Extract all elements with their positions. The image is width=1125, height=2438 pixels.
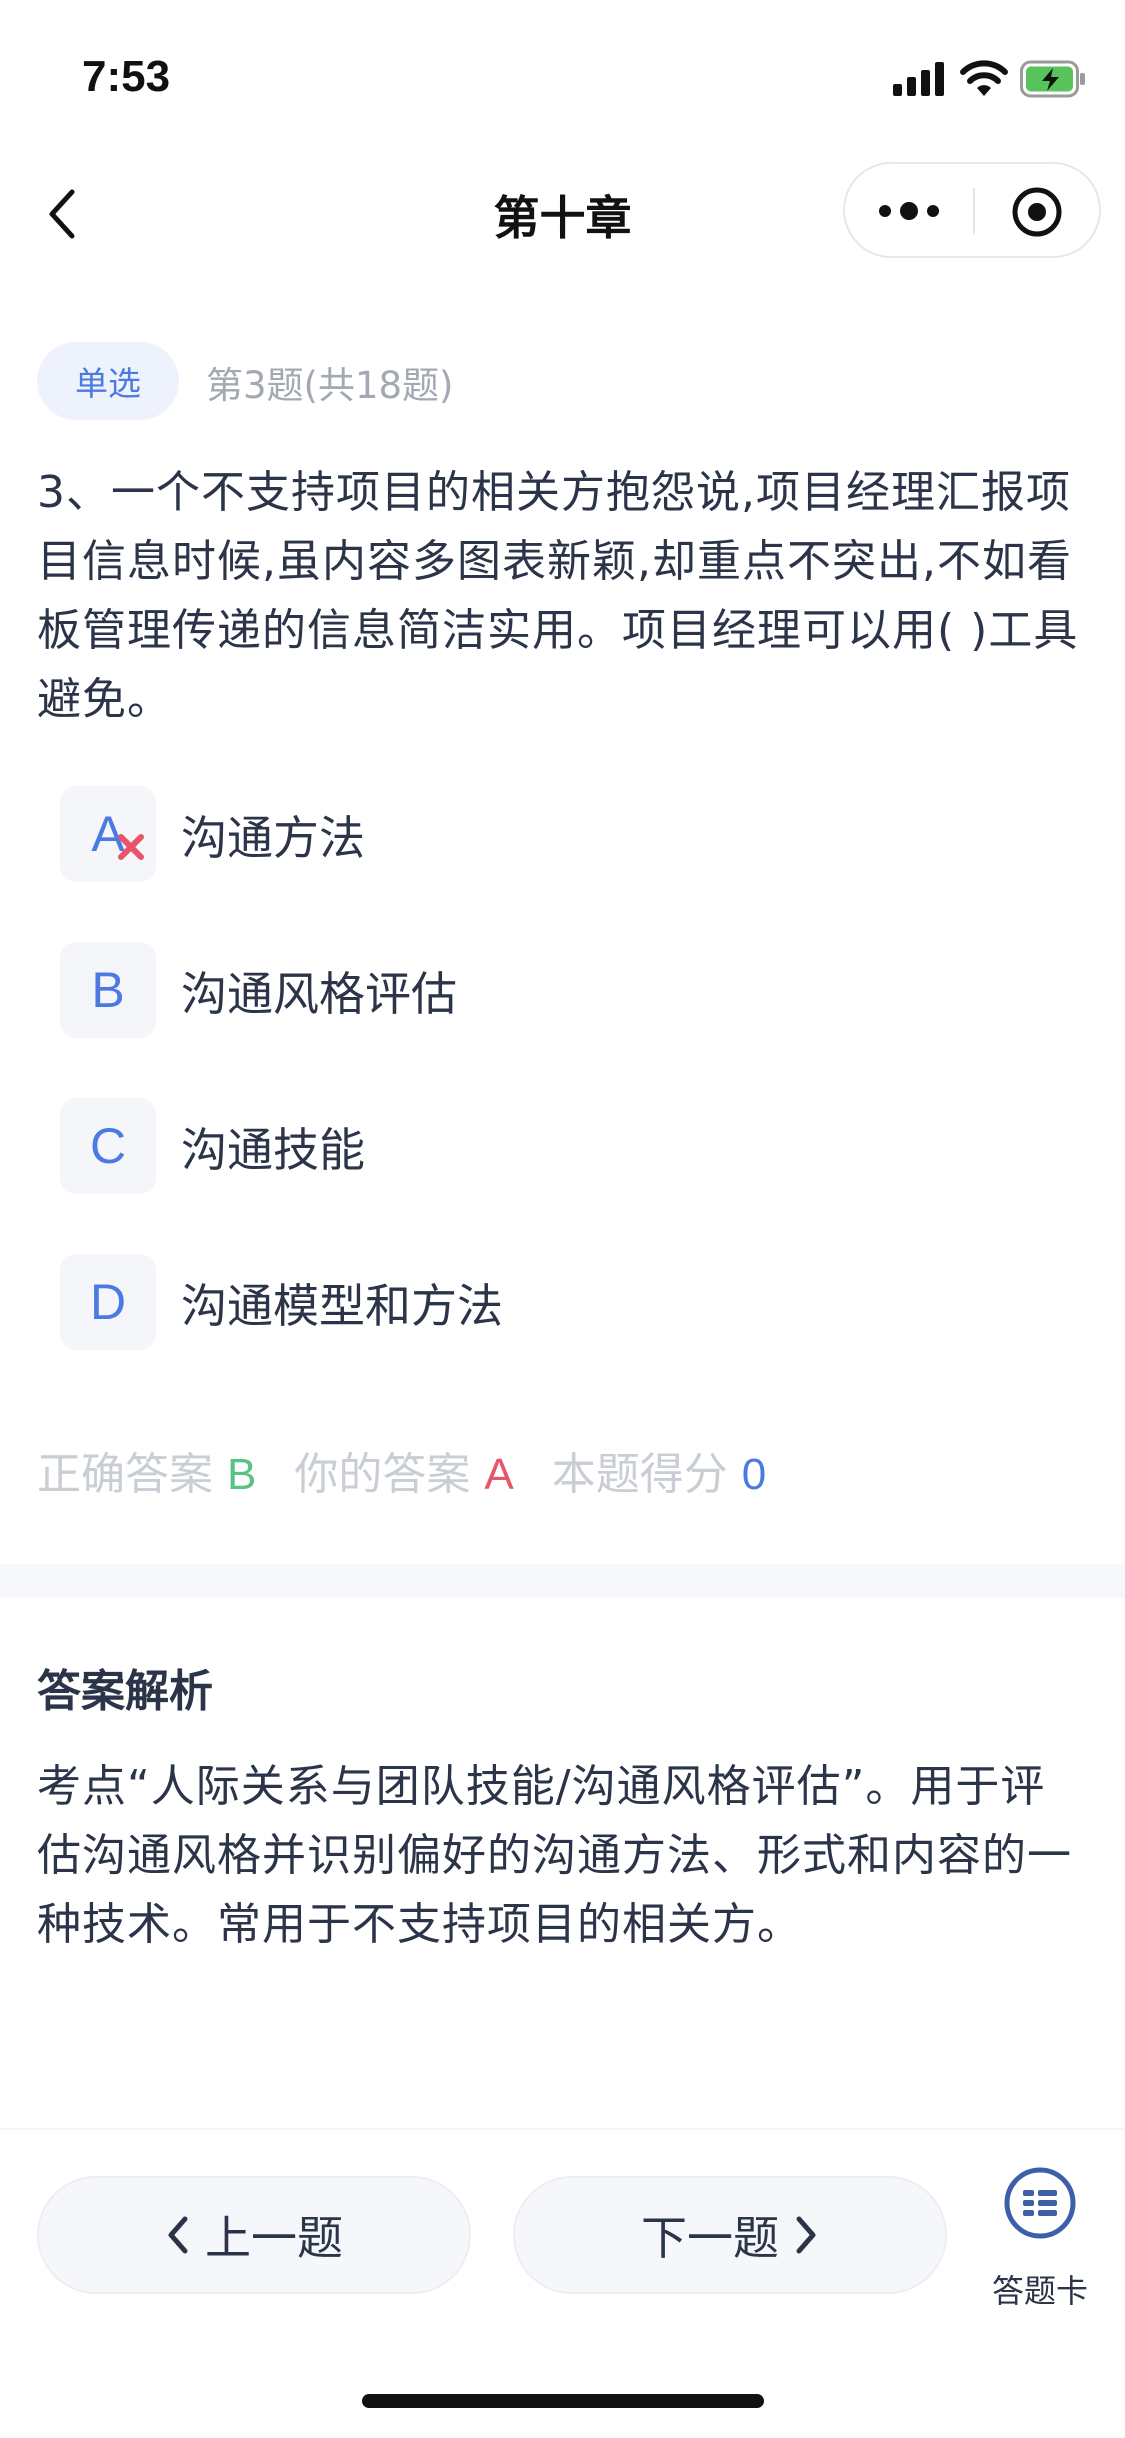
option-text: 沟通方法 xyxy=(181,811,365,865)
option-letter: B xyxy=(60,942,156,1038)
score-value: 0 xyxy=(741,1450,767,1499)
cellular-signal-icon xyxy=(893,62,944,96)
analysis-text: 考点“人际关系与团队技能/沟通风格评估”。用于评估沟通风格并识别偏好的沟通方法、… xyxy=(37,1761,1072,1950)
bottom-bar: 上一题 下一题 答题卡 xyxy=(0,2128,1125,2438)
question-type-badge: 单选 xyxy=(37,342,179,420)
option-letter-text: B xyxy=(91,962,125,1018)
chevron-left-icon xyxy=(168,2216,188,2254)
section-divider xyxy=(0,1564,1125,1598)
option-text: 沟通模型和方法 xyxy=(181,1279,503,1333)
option-letter: D xyxy=(60,1254,156,1350)
capsule-divider xyxy=(973,188,975,234)
option-text: 沟通风格评估 xyxy=(181,967,457,1021)
correct-answer-value: B xyxy=(227,1450,257,1499)
option-letter-text: D xyxy=(89,1274,127,1330)
wifi-icon xyxy=(960,60,1008,96)
user-answer-value: A xyxy=(484,1450,514,1499)
score-label: 本题得分 xyxy=(551,1449,728,1500)
status-time: 7:53 xyxy=(82,52,171,101)
option-d[interactable]: D 沟通模型和方法 xyxy=(60,1254,1060,1350)
answer-card-icon xyxy=(1004,2167,1076,2239)
wrong-x-icon xyxy=(118,834,144,860)
battery-charging-icon xyxy=(1020,60,1085,98)
home-indicator xyxy=(362,2394,764,2408)
next-question-button[interactable]: 下一题 xyxy=(513,2176,947,2294)
close-target-icon[interactable] xyxy=(1011,186,1063,238)
question-index: 第3题(共18题) xyxy=(206,364,454,407)
question-text: 3、一个不支持项目的相关方抱怨说,项目经理汇报项目信息时候,虽内容多图表新颖,却… xyxy=(37,467,1079,725)
prev-question-button[interactable]: 上一题 xyxy=(37,2176,471,2294)
prev-question-label: 上一题 xyxy=(205,2211,343,2265)
status-bar: 7:53 xyxy=(0,0,1125,150)
more-icon[interactable] xyxy=(875,190,943,232)
user-answer-label: 你的答案 xyxy=(294,1449,471,1500)
mini-program-capsule xyxy=(843,162,1101,258)
option-text: 沟通技能 xyxy=(181,1123,365,1177)
answer-card-label: 答题卡 xyxy=(991,2272,1088,2310)
chevron-right-icon xyxy=(796,2216,816,2254)
nav-bar: 第十章 xyxy=(0,150,1125,270)
option-b[interactable]: B 沟通风格评估 xyxy=(60,942,1060,1038)
option-letter: C xyxy=(60,1098,156,1194)
analysis-title: 答案解析 xyxy=(37,1666,213,1717)
option-letter-text: C xyxy=(89,1118,127,1174)
result-row: 正确答案 B 你的答案 A 本题得分 0 xyxy=(37,1438,766,1502)
next-question-label: 下一题 xyxy=(641,2211,779,2265)
option-a[interactable]: A 沟通方法 xyxy=(60,786,1060,882)
option-c[interactable]: C 沟通技能 xyxy=(60,1098,1060,1194)
answer-card-button[interactable]: 答题卡 xyxy=(985,2166,1095,2310)
correct-answer-label: 正确答案 xyxy=(37,1449,213,1500)
